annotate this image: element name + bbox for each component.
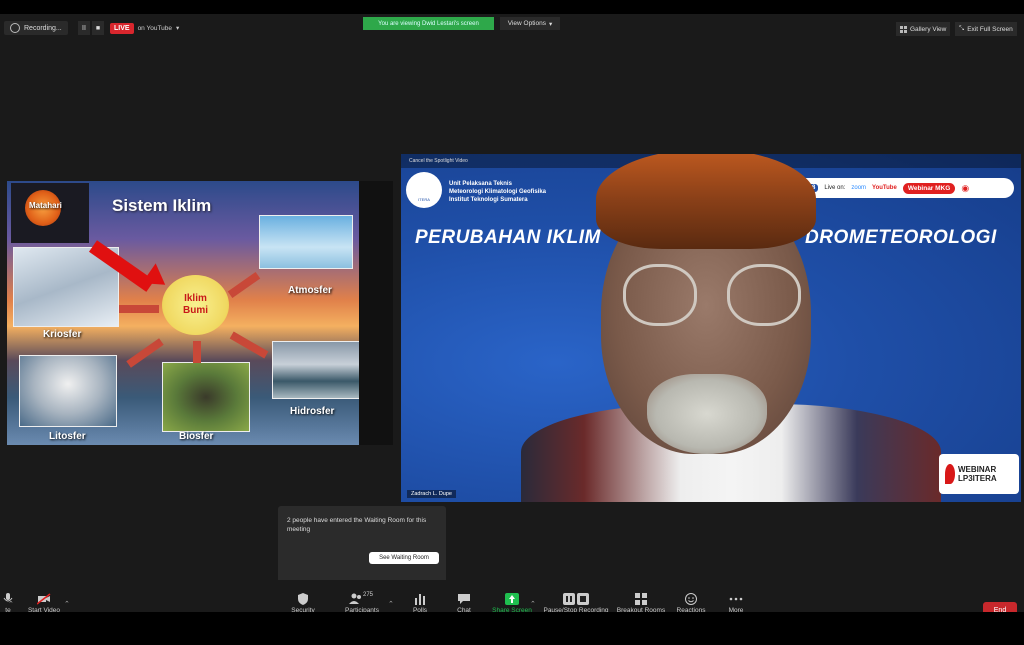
viewing-screen-banner: You are viewing Dwid Lestari's screen [363,17,494,30]
speaker-beard [647,374,767,454]
lp3itera-logo: WEBINAR LP3ITERA [939,454,1019,494]
sun-label: Matahari [29,201,62,210]
zoom-meeting-window: Recording... II ■ LIVE on YouTube ▾ You … [0,14,1024,626]
grid-icon [900,25,907,33]
video-off-icon [36,592,51,605]
arrow-hidrosfer [229,331,269,359]
litosfer-label: Litosfer [49,431,86,442]
live-destination: on YouTube [137,24,173,32]
arrow-kriosfer [119,305,159,313]
center-label-1: Iklim [184,293,207,304]
exit-fullscreen-label: Exit Full Screen [967,25,1013,33]
atmosfer-label: Atmosfer [288,285,332,296]
speaker-video[interactable]: Cancel the Spotlight Video ITERA Unit Pe… [401,154,1021,502]
participant-count: 275 [363,592,374,598]
speaker-name-tag: Zadrach L. Dupe [407,490,456,498]
kriosfer-label: Kriosfer [43,329,82,340]
chevron-up-icon[interactable]: ⌃ [530,600,536,608]
exit-fullscreen-button[interactable]: ⤡ Exit Full Screen [955,22,1017,36]
bottom-black-bar [0,612,1024,645]
atmosfer-photo [259,215,353,269]
slide-side-strip [359,181,393,445]
lp3-line-2: LP3ITERA [958,474,997,483]
biosfer-photo [162,362,250,432]
shared-screen-slide: Matahari Sistem Iklim Iklim Bumi Atmosfe… [7,181,359,445]
slide-title: Sistem Iklim [112,196,212,215]
recording-label: Recording... [24,24,62,32]
speaker-cap [596,154,816,249]
view-options-label: View Options [507,20,546,27]
participants-button[interactable]: 275 Participants [332,592,392,614]
share-screen-icon [505,592,519,605]
breakout-rooms-icon [634,592,648,605]
see-waiting-room-button[interactable]: See Waiting Room [369,552,439,564]
participants-icon: 275 [349,592,375,604]
itera-logo: ITERA [406,172,442,208]
arrow-atmosfer [227,271,261,299]
ellipsis-icon [729,592,743,604]
chevron-up-icon[interactable]: ⌃ [8,600,14,608]
live-stream-indicator[interactable]: LIVE on YouTube ▾ [110,21,179,35]
litosfer-photo [19,355,117,427]
polls-icon [413,592,427,605]
pause-recording-button[interactable]: II [78,21,90,35]
sun-panel: Matahari [11,183,89,243]
arrow-litosfer [126,338,164,368]
lp3-line-1: WEBINAR [958,465,997,474]
lp3-pin-icon [945,464,955,484]
view-options-button[interactable]: View Options ▾ [500,17,560,30]
chat-icon [457,592,471,604]
shield-icon [296,592,310,605]
gallery-view-label: Gallery View [910,25,947,33]
arrow-biosfer [193,341,201,363]
glasses-left [623,264,697,326]
iklim-bumi-circle: Iklim Bumi [162,275,229,335]
glasses-right [727,264,801,326]
recording-indicator[interactable]: Recording... [4,21,68,35]
center-label-2: Bumi [183,305,208,316]
hidrosfer-label: Hidrosfer [290,406,335,417]
recording-icon [10,23,20,33]
chevron-up-icon[interactable]: ⌃ [64,600,70,608]
waiting-room-notification: 2 people have entered the Waiting Room f… [278,506,446,586]
chevron-down-icon: ▾ [176,25,180,32]
smiley-icon [684,592,698,605]
gallery-view-button[interactable]: Gallery View [896,22,951,36]
exit-fullscreen-icon: ⤡ [959,25,965,32]
speaker-figure [481,154,941,502]
pause-stop-recording-button[interactable]: Pause/Stop Recording [543,592,609,614]
chevron-down-icon: ▾ [548,20,553,28]
more-button[interactable]: More [706,592,766,614]
biosfer-label: Biosfer [179,431,214,442]
rss-icon: ◉ [961,182,970,193]
security-button[interactable]: Security [273,592,333,614]
top-bar: Recording... II ■ LIVE on YouTube ▾ You … [0,14,1024,42]
stop-recording-button[interactable]: ■ [92,21,104,35]
live-badge: LIVE [110,22,134,34]
waiting-room-message: 2 people have entered the Waiting Room f… [287,517,427,533]
hidrosfer-photo [272,341,359,399]
pause-stop-icon [563,592,589,605]
